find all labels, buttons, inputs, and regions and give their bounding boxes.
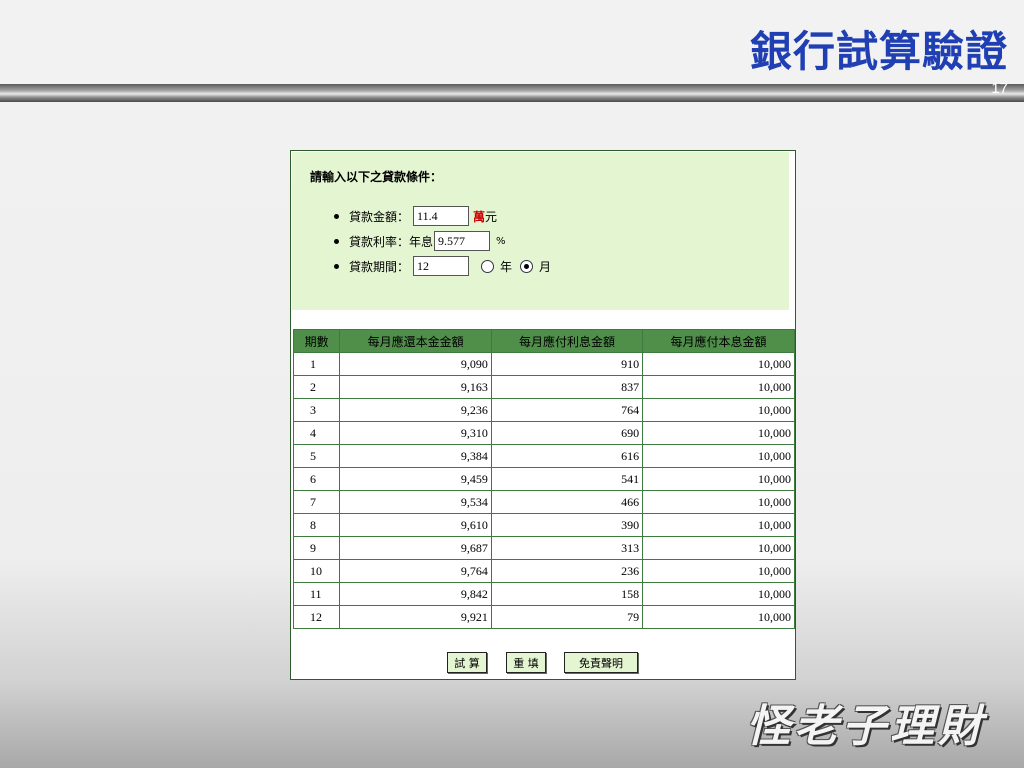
repayment-table: 期數 每月應還本金金額 每月應付利息金額 每月應付本息金額 1 9,090 910 1…: [293, 329, 795, 629]
cell-interest: 837: [491, 376, 643, 398]
cell-total: 10,000: [643, 376, 794, 398]
radio-year[interactable]: [481, 259, 495, 273]
cell-interest: 236: [491, 560, 643, 582]
period-input[interactable]: 12: [413, 256, 470, 276]
cell-total: 10,000: [643, 583, 794, 605]
cell-total: 10,000: [643, 560, 794, 582]
cell-interest: 541: [491, 468, 643, 490]
rate-row: 貸款利率：年息 9.577 %: [334, 229, 506, 253]
period-row: 貸款期間： 12 年 月: [334, 254, 551, 278]
cell-period: 8: [294, 514, 340, 536]
cell-interest: 158: [491, 583, 643, 605]
radio-month[interactable]: [520, 259, 534, 273]
amount-unit-yuan: 元: [485, 209, 498, 224]
cell-interest: 79: [491, 606, 643, 628]
cell-period: 3: [294, 399, 340, 421]
cell-period: 7: [294, 491, 340, 513]
radio-month-label: 月: [539, 259, 552, 274]
table-row: 11 9,842 158 10,000: [294, 583, 794, 605]
cell-total: 10,000: [643, 468, 794, 490]
cell-period: 1: [294, 353, 340, 375]
cell-period: 2: [294, 376, 340, 398]
title-divider-bar: [0, 84, 1024, 102]
cell-period: 10: [294, 560, 340, 582]
table-row: 9 9,687 313 10,000: [294, 537, 794, 559]
cell-total: 10,000: [643, 353, 794, 375]
cell-total: 10,000: [643, 514, 794, 536]
cell-principal: 9,534: [340, 491, 491, 513]
brand-logo: 怪老子理財: [746, 701, 986, 752]
cell-principal: 9,610: [340, 514, 491, 536]
cell-interest: 910: [491, 353, 643, 375]
rate-label: 貸款利率：年息: [349, 234, 434, 249]
period-label: 貸款期間：: [349, 259, 410, 274]
table-header-row: 期數 每月應還本金金額 每月應付利息金額 每月應付本息金額: [294, 330, 794, 352]
table-row: 8 9,610 390 10,000: [294, 514, 794, 536]
header-period: 期數: [294, 330, 340, 352]
rate-input[interactable]: 9.577: [434, 231, 491, 251]
cell-interest: 390: [491, 514, 643, 536]
cell-interest: 466: [491, 491, 643, 513]
page-number: 17: [991, 80, 1008, 97]
cell-principal: 9,384: [340, 445, 491, 467]
rate-unit: %: [496, 235, 506, 247]
cell-period: 12: [294, 606, 340, 628]
bullet-icon: [334, 263, 339, 269]
reset-button[interactable]: 重 填: [506, 652, 546, 673]
table-row: 12 9,921 79 10,000: [294, 606, 794, 628]
cell-principal: 9,163: [340, 376, 491, 398]
disclaimer-button[interactable]: 免責聲明: [564, 652, 638, 673]
cell-principal: 9,687: [340, 537, 491, 559]
cell-principal: 9,921: [340, 606, 491, 628]
cell-total: 10,000: [643, 537, 794, 559]
header-total: 每月應付本息金額: [643, 330, 794, 352]
cell-interest: 313: [491, 537, 643, 559]
loan-conditions-form: 請輸入以下之貸款條件： 貸款金額： 11.4 萬 元 貸款利率：年息 9.577…: [292, 152, 789, 310]
table-row: 5 9,384 616 10,000: [294, 445, 794, 467]
amount-label: 貸款金額：: [349, 209, 410, 224]
header-principal: 每月應還本金金額: [340, 330, 491, 352]
amount-row: 貸款金額： 11.4 萬 元: [334, 204, 497, 228]
cell-total: 10,000: [643, 445, 794, 467]
cell-total: 10,000: [643, 491, 794, 513]
amount-unit-wan: 萬: [473, 209, 486, 224]
cell-total: 10,000: [643, 606, 794, 628]
bullet-icon: [334, 213, 339, 219]
cell-total: 10,000: [643, 399, 794, 421]
cell-period: 5: [294, 445, 340, 467]
cell-interest: 616: [491, 445, 643, 467]
table-row: 6 9,459 541 10,000: [294, 468, 794, 490]
cell-principal: 9,236: [340, 399, 491, 421]
cell-period: 11: [294, 583, 340, 605]
cell-principal: 9,310: [340, 422, 491, 444]
slide-title: 銀行試算驗證: [749, 27, 1008, 76]
cell-period: 9: [294, 537, 340, 559]
table-row: 3 9,236 764 10,000: [294, 399, 794, 421]
cell-principal: 9,090: [340, 353, 491, 375]
cell-interest: 764: [491, 399, 643, 421]
cell-principal: 9,764: [340, 560, 491, 582]
table-row: 2 9,163 837 10,000: [294, 376, 794, 398]
cell-total: 10,000: [643, 422, 794, 444]
cell-period: 6: [294, 468, 340, 490]
button-row: 試 算 重 填 免責聲明: [291, 652, 795, 674]
header-interest: 每月應付利息金額: [491, 330, 643, 352]
table-row: 1 9,090 910 10,000: [294, 353, 794, 375]
radio-selected-dot: [524, 263, 530, 269]
table-row: 4 9,310 690 10,000: [294, 422, 794, 444]
form-title: 請輸入以下之貸款條件：: [310, 170, 443, 184]
table-row: 10 9,764 236 10,000: [294, 560, 794, 582]
repayment-table-wrapper: 期數 每月應還本金金額 每月應付利息金額 每月應付本息金額 1 9,090 910 1…: [293, 329, 795, 629]
cell-principal: 9,842: [340, 583, 491, 605]
cell-principal: 9,459: [340, 468, 491, 490]
radio-year-label: 年: [500, 259, 513, 274]
cell-interest: 690: [491, 422, 643, 444]
loan-calculator-panel: 請輸入以下之貸款條件： 貸款金額： 11.4 萬 元 貸款利率：年息 9.577…: [290, 150, 796, 680]
cell-period: 4: [294, 422, 340, 444]
table-row: 7 9,534 466 10,000: [294, 491, 794, 513]
calculate-button[interactable]: 試 算: [447, 652, 487, 673]
amount-input[interactable]: 11.4: [413, 206, 470, 226]
bullet-icon: [334, 238, 339, 244]
